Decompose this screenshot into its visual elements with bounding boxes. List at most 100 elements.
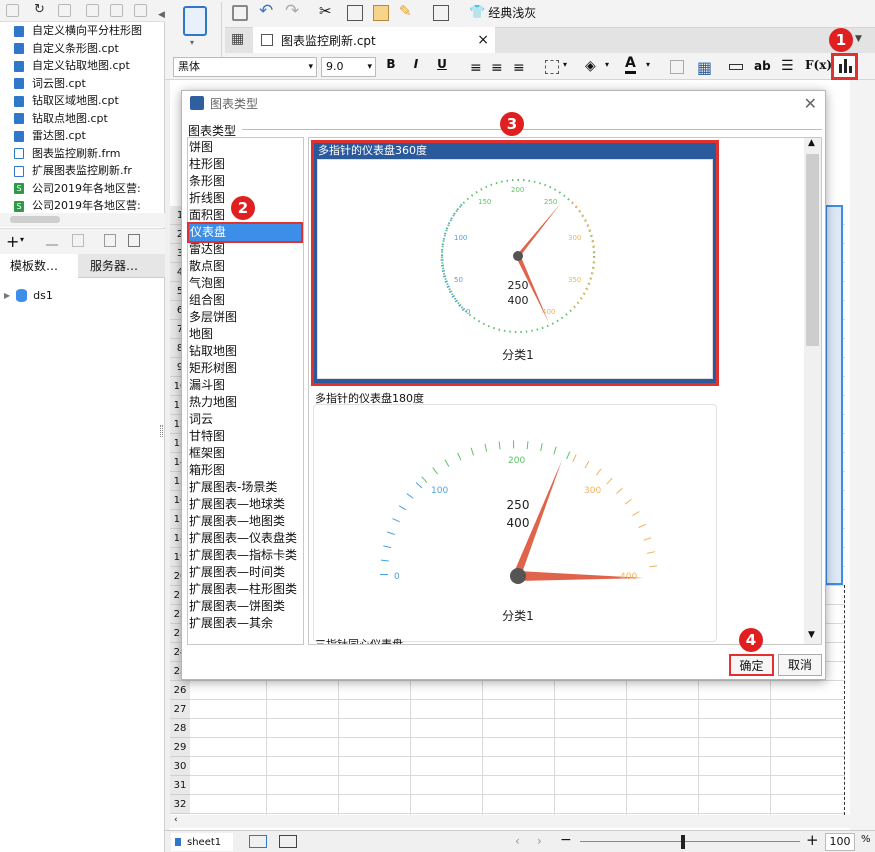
sheet-row[interactable] [190,700,845,719]
chart-type-item[interactable]: 扩展图表—饼图类 [189,598,285,615]
ok-button[interactable]: 确定 [729,654,774,676]
prev-icon[interactable]: ‹ [515,834,520,848]
zoom-out-icon[interactable]: − [560,832,572,848]
chart-type-item[interactable]: 雷达图 [189,241,225,258]
chart-type-item[interactable]: 地图 [189,326,213,343]
gauge-360-option[interactable]: 多指针的仪表盘360度 0 50 100 150 200 250 300 350… [311,140,719,386]
chart-type-item[interactable]: 词云 [189,411,213,428]
font-color-icon[interactable]: A [625,56,636,74]
file-item[interactable]: 钻取点地图.cpt [14,110,108,128]
dialog-titlebar[interactable]: 图表类型 ✕ [182,91,825,115]
scroll-up-icon[interactable]: ▲ [808,138,815,148]
cut-icon[interactable]: ✂ [319,3,335,19]
file-item[interactable]: 自定义钻取地图.cpt [14,57,130,75]
chart-type-item[interactable]: 扩展图表—指标卡类 [189,547,297,564]
chevron-down-icon[interactable]: ▾ [563,60,567,69]
chart-type-item[interactable]: 散点图 [189,258,225,275]
chart-type-item[interactable]: 扩展图表—柱形图类 [189,581,297,598]
file-item[interactable]: 钻取区域地图.cpt [14,92,119,110]
properties-icon[interactable] [58,4,71,17]
zoom-in-icon[interactable]: + [806,831,819,849]
row-header[interactable]: 29 [170,738,190,757]
chart-type-item[interactable]: 扩展图表—时间类 [189,564,285,581]
connection-icon[interactable] [128,234,140,247]
chart-cell-selection[interactable] [825,205,843,585]
chart-type-item[interactable]: 面积图 [189,207,225,224]
file-item[interactable]: 自定义横向平分柱形图 [14,22,142,40]
format-painter-icon[interactable]: ✎ [399,3,415,19]
row-header[interactable]: 32 [170,795,190,814]
preview-scrollbar[interactable]: ▲ ▼ [804,138,821,644]
scroll-thumb[interactable] [806,154,819,346]
file-item[interactable]: 自定义条形图.cpt [14,40,119,58]
tab-document[interactable]: 图表监控刷新.cpt × [253,27,495,53]
lock-icon[interactable] [134,4,147,17]
chart-type-item[interactable]: 柱形图 [189,156,225,173]
horizontal-scrollbar[interactable]: ‹ [170,815,850,828]
row-header[interactable]: 27 [170,700,190,719]
chart-type-item[interactable]: 饼图 [189,139,213,156]
wrap-text-icon[interactable]: ☰ [781,58,794,74]
chart-type-item[interactable]: 甘特图 [189,428,225,445]
insert-chart-button[interactable] [831,53,858,80]
sheet-row[interactable] [190,719,845,738]
tab-template-data[interactable]: 模板数… [0,254,78,278]
new-folder-icon[interactable] [6,4,19,17]
edit-icon[interactable] [46,234,58,246]
formula-button[interactable]: F(x) [805,58,832,72]
sheet-row[interactable] [190,738,845,757]
font-family-select[interactable]: 黑体 ▾ [173,57,317,77]
tab-server-data[interactable]: 服务器… [80,254,158,278]
chart-preview-list[interactable]: 多指针的仪表盘360度 0 50 100 150 200 250 300 350… [308,137,822,645]
file-item[interactable]: 雷达图.cpt [14,127,86,145]
italic-button[interactable]: I [407,57,425,71]
zoom-slider[interactable] [580,841,800,842]
align-center-icon[interactable]: ≡ [491,60,503,76]
chart-type-item[interactable]: 扩展图表—仪表盘类 [189,530,297,547]
zoom-slider-handle[interactable] [681,835,685,849]
redo-icon[interactable]: ↷ [285,3,301,20]
chart-type-item[interactable]: 条形图 [189,173,225,190]
chart-type-item[interactable]: 扩展图表—其余 [189,615,273,632]
border-icon[interactable] [545,60,559,74]
chart-type-item[interactable]: 框架图 [189,445,225,462]
close-icon[interactable]: × [477,32,489,48]
chart-type-item[interactable]: 多层饼图 [189,309,237,326]
classic-theme-button[interactable]: 👕 经典浅灰 [469,3,536,21]
chart-type-item[interactable]: 矩形树图 [189,360,237,377]
cell-style-icon[interactable] [670,60,684,74]
settings-icon[interactable] [86,4,99,17]
add-dashboard-sheet-icon[interactable] [279,835,297,848]
undo-icon[interactable]: ↶ [259,3,275,20]
scroll-left-icon[interactable]: ‹ [174,815,178,825]
sheet-tab[interactable]: sheet1 [171,833,233,851]
preview-icon[interactable] [433,5,449,21]
vertical-scrollbar[interactable] [850,80,875,830]
scroll-down-icon[interactable]: ▼ [808,630,815,640]
zoom-input[interactable]: 100 [825,833,855,851]
file-item[interactable]: S 公司2019年各地区营: [14,180,141,198]
close-icon[interactable]: ✕ [804,94,817,113]
add-report-sheet-icon[interactable] [249,835,267,848]
bold-button[interactable]: B [382,57,400,71]
chart-type-item[interactable]: 钻取地图 [189,343,237,360]
chart-type-item[interactable]: 漏斗图 [189,377,225,394]
chart-type-item[interactable]: 仪表盘 [187,222,303,243]
align-right-icon[interactable]: ≡ [513,60,525,76]
chart-type-item[interactable]: 组合图 [189,292,225,309]
tree-scrollbar[interactable] [0,213,165,227]
underline-button[interactable]: U [433,57,451,71]
save-icon[interactable] [232,5,248,21]
file-item[interactable]: 扩展图表监控刷新.fr [14,162,132,180]
tab-list-chevron-icon[interactable]: ▼ [855,34,862,44]
chart-type-item[interactable]: 折线图 [189,190,225,207]
chart-type-item[interactable]: 扩展图表—地球类 [189,496,285,513]
chart-type-item[interactable]: 箱形图 [189,462,225,479]
sheet-row[interactable] [190,776,845,795]
chart-type-item[interactable]: 扩展图表—地图类 [189,513,285,530]
chart-type-item[interactable]: 热力地图 [189,394,237,411]
merge-cell-icon[interactable] [729,64,743,70]
chevron-down-icon[interactable]: ▾ [605,60,609,69]
chevron-down-icon[interactable]: ▾ [646,60,650,69]
row-header[interactable]: 30 [170,757,190,776]
